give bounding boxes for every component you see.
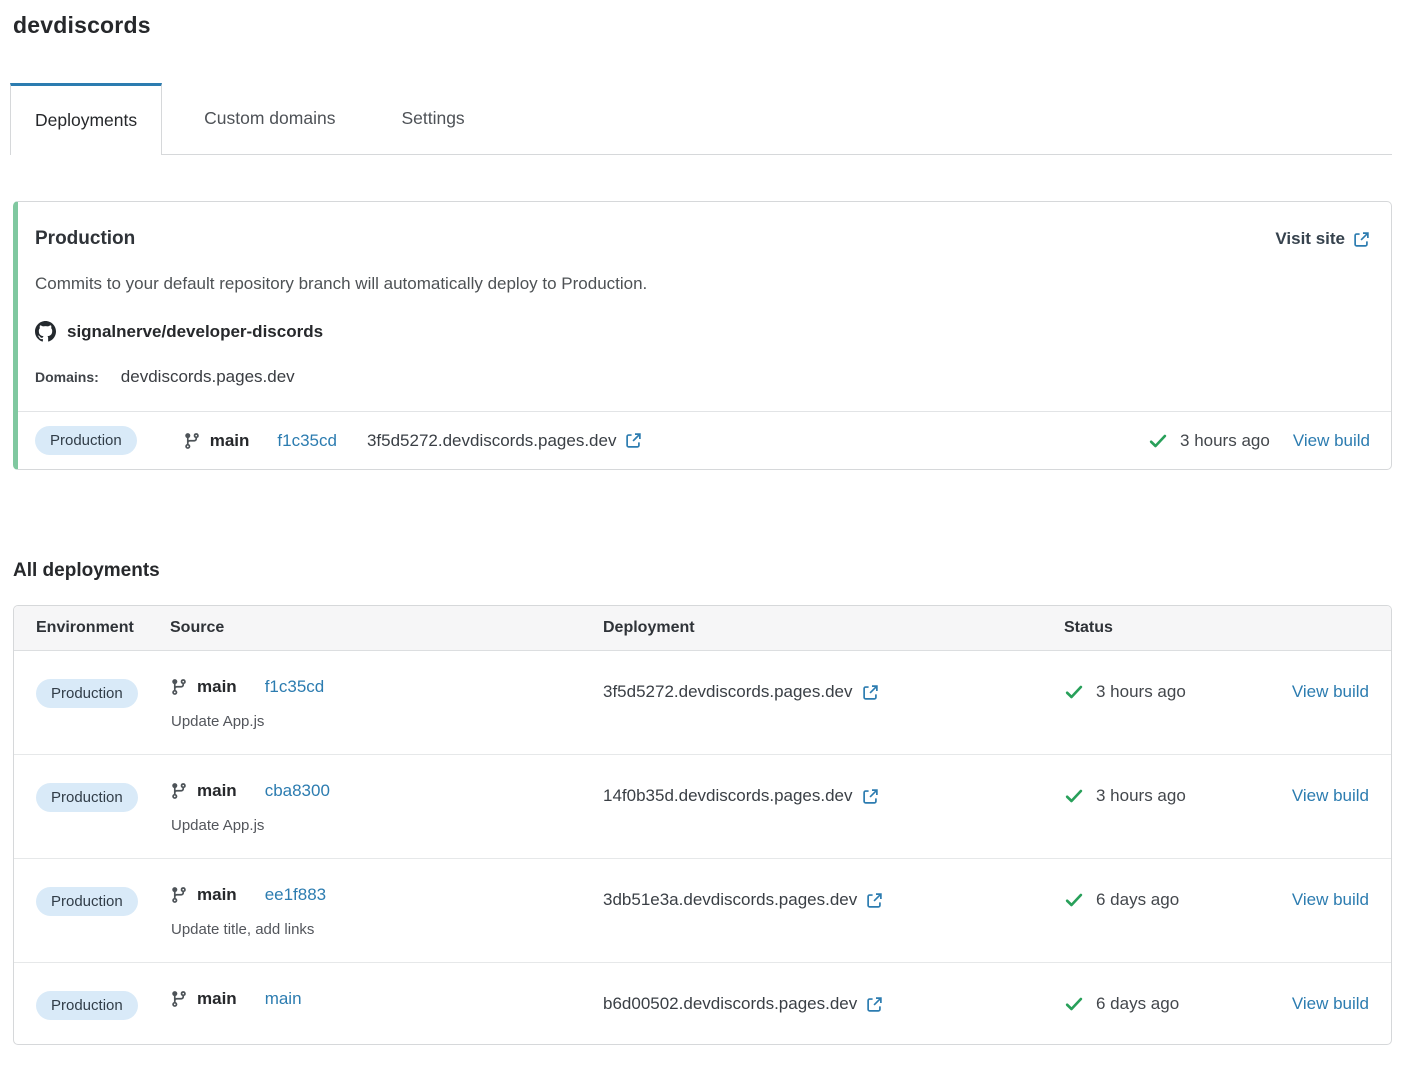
domains-value: devdiscords.pages.dev (121, 367, 295, 387)
view-build-link[interactable]: View build (1292, 682, 1369, 701)
git-branch-icon (170, 678, 188, 696)
repo-name: signalnerve/developer-discords (67, 322, 323, 342)
deployment-url-text: 14f0b35d.devdiscords.pages.dev (603, 786, 853, 806)
success-check-icon (1148, 431, 1168, 451)
table-row: Production main cba8300 Update App.js 14… (14, 754, 1391, 858)
col-environment: Environment (36, 619, 170, 637)
source-group: main f1c35cd (183, 431, 337, 451)
production-card: Production Visit site Commits to your de… (13, 201, 1392, 470)
external-link-icon[interactable] (866, 996, 883, 1013)
status-time: 6 days ago (1096, 994, 1179, 1014)
external-link-icon[interactable] (866, 892, 883, 909)
external-link-icon (1353, 231, 1370, 248)
deployment-url-text: 3db51e3a.devdiscords.pages.dev (603, 890, 857, 910)
deployments-table: Environment Source Deployment Status Pro… (13, 605, 1392, 1045)
commit-link[interactable]: ee1f883 (265, 885, 326, 905)
branch-name: main (197, 677, 237, 697)
deployment-url: 14f0b35d.devdiscords.pages.dev (603, 786, 879, 806)
branch-name: main (197, 781, 237, 801)
domains-line: Domains: devdiscords.pages.dev (35, 367, 1370, 387)
status-group: 3 hours ago (1148, 431, 1270, 451)
commit-link[interactable]: f1c35cd (265, 677, 325, 697)
git-branch-icon (170, 886, 188, 904)
deployment-url-text: b6d00502.devdiscords.pages.dev (603, 994, 857, 1014)
page-root: devdiscords Deployments Custom domains S… (0, 0, 1413, 1065)
col-deployment: Deployment (603, 619, 1064, 637)
view-build-link[interactable]: View build (1292, 786, 1369, 805)
status-time: 3 hours ago (1096, 786, 1186, 806)
branch-name: main (197, 989, 237, 1009)
branch-name: main (210, 431, 250, 451)
branch-name: main (197, 885, 237, 905)
all-deployments-heading: All deployments (13, 560, 1392, 582)
git-branch-icon (170, 990, 188, 1008)
deployment-url: b6d00502.devdiscords.pages.dev (603, 994, 883, 1014)
table-row: Production main f1c35cd Update App.js 3f… (14, 651, 1391, 754)
status-time: 6 days ago (1096, 890, 1179, 910)
external-link-icon[interactable] (625, 432, 642, 449)
environment-badge: Production (35, 426, 137, 455)
visit-site-link[interactable]: Visit site (1275, 229, 1370, 249)
production-description: Commits to your default repository branc… (35, 274, 1370, 294)
tab-bar: Deployments Custom domains Settings (10, 83, 1392, 155)
environment-badge: Production (36, 783, 138, 812)
deployment-url: 3f5d5272.devdiscords.pages.dev (603, 682, 879, 702)
commit-message: Update App.js (171, 713, 603, 730)
tab-custom-domains[interactable]: Custom domains (180, 83, 359, 154)
github-icon (35, 321, 56, 342)
external-link-icon[interactable] (862, 788, 879, 805)
table-header: Environment Source Deployment Status (14, 606, 1391, 651)
success-check-icon (1064, 890, 1084, 910)
view-build-link[interactable]: View build (1292, 994, 1369, 1013)
page-title: devdiscords (13, 12, 1392, 39)
success-check-icon (1064, 994, 1084, 1014)
git-branch-icon (170, 782, 188, 800)
table-row: Production main main b6d00502.devdiscord… (14, 962, 1391, 1044)
environment-badge: Production (36, 991, 138, 1020)
status-time: 3 hours ago (1096, 682, 1186, 702)
git-branch-icon (183, 432, 201, 450)
environment-badge: Production (36, 679, 138, 708)
col-status: Status (1064, 619, 1283, 637)
commit-link[interactable]: main (265, 989, 302, 1009)
external-link-icon[interactable] (862, 684, 879, 701)
repo-link[interactable]: signalnerve/developer-discords (35, 321, 1370, 342)
production-card-title: Production (35, 228, 135, 250)
commit-message: Update App.js (171, 817, 603, 834)
success-check-icon (1064, 682, 1084, 702)
status-time: 3 hours ago (1180, 431, 1270, 451)
tab-deployments[interactable]: Deployments (10, 83, 162, 155)
table-row: Production main ee1f883 Update title, ad… (14, 858, 1391, 962)
commit-message: Update title, add links (171, 921, 603, 938)
view-build-link[interactable]: View build (1292, 890, 1369, 909)
commit-link[interactable]: f1c35cd (277, 431, 337, 451)
deployment-url-text: 3f5d5272.devdiscords.pages.dev (603, 682, 853, 702)
visit-site-label: Visit site (1275, 229, 1345, 249)
view-build-link[interactable]: View build (1293, 431, 1370, 451)
environment-badge: Production (36, 887, 138, 916)
deployment-url: 3db51e3a.devdiscords.pages.dev (603, 890, 883, 910)
production-deployment-row: Production main f1c35cd 3f5d5272.devdisc… (18, 411, 1391, 469)
domains-label: Domains: (35, 369, 99, 385)
tab-settings[interactable]: Settings (377, 83, 488, 154)
col-source: Source (170, 619, 603, 637)
success-check-icon (1064, 786, 1084, 806)
commit-link[interactable]: cba8300 (265, 781, 330, 801)
deployment-url: 3f5d5272.devdiscords.pages.dev (367, 431, 643, 451)
deployment-url-text: 3f5d5272.devdiscords.pages.dev (367, 431, 617, 451)
